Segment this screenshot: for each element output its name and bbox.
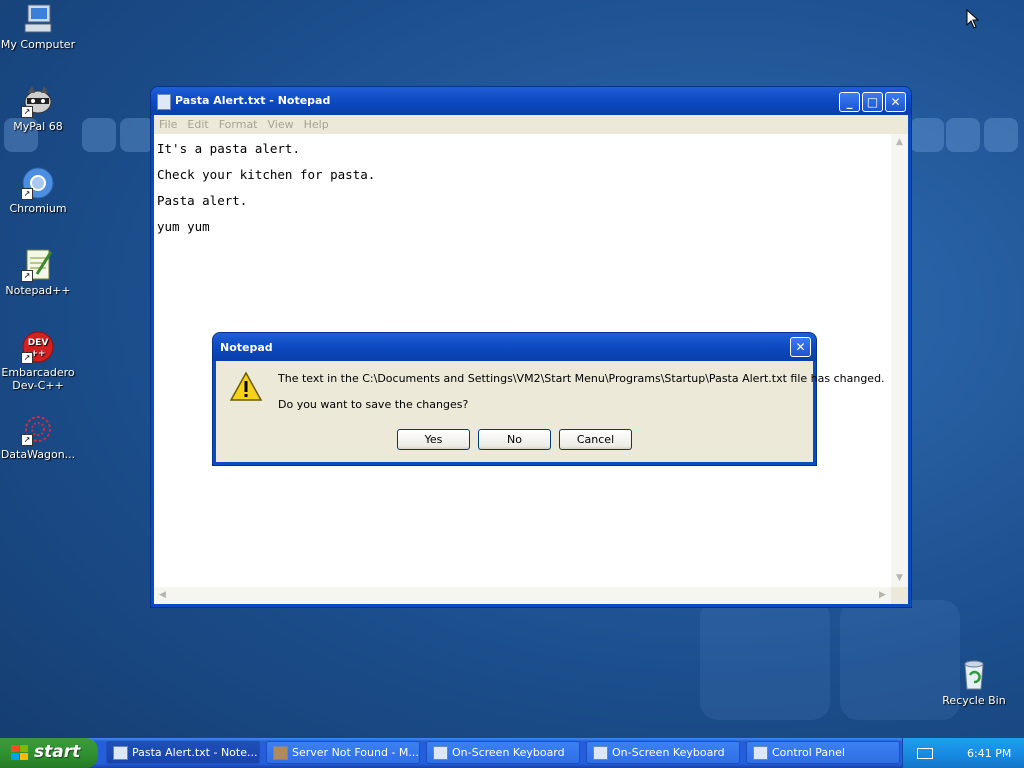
clock[interactable]: 6:41 PM [967,747,1011,760]
scrollbar-corner [891,587,908,604]
taskbar-item-notepad[interactable]: Pasta Alert.txt - Note... [106,741,260,764]
minimize-button[interactable]: _ [839,92,860,112]
horizontal-scrollbar[interactable]: ◀ ▶ [154,587,891,604]
vertical-scrollbar[interactable]: ▲ ▼ [891,134,908,587]
editor-content[interactable]: It's a pasta alert. Check your kitchen fo… [157,136,375,240]
datawagon-icon: ↗ [21,412,55,446]
desktop-icon-datawagon[interactable]: ↗ DataWagon... [0,412,76,461]
desktop-icon-my-computer[interactable]: My Computer [0,2,76,51]
menu-bar: File Edit Format View Help [154,115,908,134]
windows-flag-icon [11,745,28,760]
taskbar-item-browser[interactable]: Server Not Found - M... [266,741,420,764]
notepadpp-icon: ↗ [21,248,55,282]
save-changes-dialog: Notepad ✕ The text in the C:\Documents a… [213,333,885,465]
devcpp-icon: DEV ++ ↗ [21,330,55,364]
cancel-button[interactable]: Cancel [559,429,632,450]
menu-edit[interactable]: Edit [182,115,213,131]
recycle-bin-icon [957,658,991,692]
control-panel-icon [753,746,768,760]
text-line: Pasta alert. [157,193,248,208]
taskbar-item-label: On-Screen Keyboard [452,746,565,759]
system-tray: 6:41 PM [902,738,1024,768]
svg-text:DEV: DEV [28,338,49,348]
warning-icon [229,371,263,401]
scroll-down-icon[interactable]: ▼ [892,571,907,586]
desktop-icon-devcpp[interactable]: DEV ++ ↗ Embarcadero Dev-C++ [0,330,76,392]
scroll-right-icon[interactable]: ▶ [875,588,890,603]
dialog-title: Notepad [220,341,273,354]
keyboard-icon [433,746,448,760]
raccoon-icon: ↗ [21,84,55,118]
computer-icon [21,2,55,36]
taskbar-item-osk-2[interactable]: On-Screen Keyboard [586,741,740,764]
dialog-close-button[interactable]: ✕ [790,337,811,357]
text-line: yum yum [157,219,210,234]
taskbar-item-control-panel[interactable]: Control Panel [746,741,900,764]
desktop-icon-label: DataWagon... [0,448,76,461]
desktop-icon-label: MyPal 68 [13,120,63,133]
menu-file[interactable]: File [154,115,182,131]
desktop-icon-chromium[interactable]: ↗ Chromium [0,166,76,215]
desktop-icon-label: Chromium [9,202,67,215]
taskbar-item-label: Control Panel [772,746,845,759]
text-line: Check your kitchen for pasta. [157,167,376,182]
taskbar-item-label: Pasta Alert.txt - Note... [132,746,258,759]
taskbar-item-label: On-Screen Keyboard [612,746,725,759]
notepad-titlebar[interactable]: Pasta Alert.txt - Notepad _ □ ✕ [151,87,911,115]
desktop-icon-label: My Computer [0,38,76,51]
desktop-decoration-large [700,600,830,720]
keyboard-icon[interactable] [917,748,933,759]
scroll-left-icon[interactable]: ◀ [155,588,170,603]
yes-button[interactable]: Yes [397,429,470,450]
menu-help[interactable]: Help [299,115,334,131]
chromium-icon: ↗ [21,166,55,200]
desktop-icon-label: Embarcadero Dev-C++ [1,366,75,392]
menu-view[interactable]: View [263,115,299,131]
window-title: Pasta Alert.txt - Notepad [175,94,331,107]
desktop-icon-label: Recycle Bin [942,694,1006,707]
keyboard-icon [593,746,608,760]
no-button[interactable]: No [478,429,551,450]
desktop-icon-label: Notepad++ [5,284,71,297]
notepad-icon [157,94,171,110]
start-button[interactable]: start [0,738,98,768]
raccoon-icon [273,746,288,760]
mouse-cursor-icon [966,9,980,29]
taskbar: start Pasta Alert.txt - Note... Server N… [0,738,1024,768]
text-line: It's a pasta alert. [157,141,300,156]
dialog-body: The text in the C:\Documents and Setting… [216,361,885,462]
start-label: start [34,742,81,762]
notepad-icon [113,746,128,760]
desktop-icon-notepadpp[interactable]: ↗ Notepad++ [0,248,76,297]
desktop-icon-recycle-bin[interactable]: Recycle Bin [936,658,1012,707]
maximize-button[interactable]: □ [862,92,883,112]
dialog-question: Do you want to save the changes? [278,398,469,411]
scroll-up-icon[interactable]: ▲ [892,135,907,150]
close-button[interactable]: ✕ [885,92,906,112]
dialog-message: The text in the C:\Documents and Setting… [278,372,885,385]
menu-format[interactable]: Format [214,115,263,131]
taskbar-item-label: Server Not Found - M... [292,746,419,759]
taskbar-item-osk-1[interactable]: On-Screen Keyboard [426,741,580,764]
desktop-icon-mypal[interactable]: ↗ MyPal 68 [0,84,76,133]
dialog-titlebar[interactable]: Notepad ✕ [213,333,816,361]
